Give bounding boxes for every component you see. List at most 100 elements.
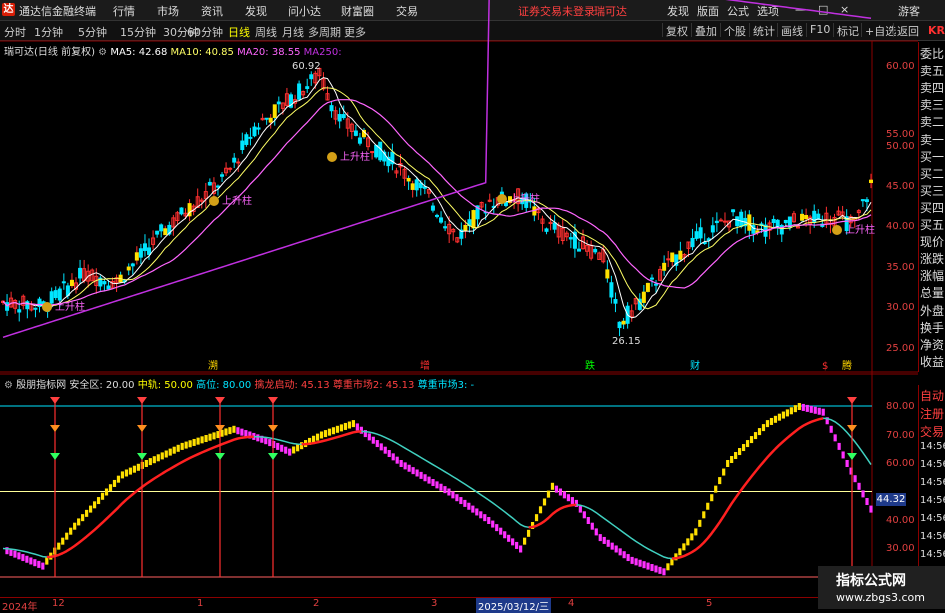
candle-body	[414, 179, 419, 191]
ma5-legend: MA5: 42.68	[110, 47, 168, 58]
candle-body	[678, 250, 683, 260]
oscillator-bar	[869, 505, 873, 513]
quote-panel-item: 卖五	[920, 64, 945, 79]
candle-body	[126, 266, 131, 271]
diamond-icon	[50, 397, 60, 404]
oscillator-bar	[367, 433, 371, 441]
oscillator-bar	[801, 403, 805, 411]
oscillator-bar	[351, 420, 355, 428]
oscillator-bar	[805, 404, 809, 412]
oscillator-bar	[491, 520, 495, 528]
signal-label: 上升柱	[55, 300, 85, 313]
oscillator-bar	[642, 561, 646, 569]
oscillator-bar	[319, 431, 324, 439]
oscillator-bar	[136, 463, 140, 471]
candle-body	[621, 320, 626, 325]
oscillator-bar	[753, 432, 758, 440]
oscillator-bar	[200, 436, 204, 444]
oscillator-bar	[829, 425, 833, 433]
candle-body	[804, 214, 809, 220]
candle-body	[341, 114, 346, 119]
candle-body	[645, 282, 650, 292]
oscillator-bar	[702, 511, 706, 519]
quote-panel-item: 买一	[920, 149, 945, 164]
oscillator-bar	[554, 485, 559, 493]
gear-icon[interactable]: ⚙	[98, 47, 107, 58]
oscillator-bar	[749, 436, 754, 444]
candle-body	[276, 101, 281, 105]
oscillator-bar	[765, 420, 770, 428]
indicator-panel-item[interactable]: 交易	[920, 423, 944, 440]
oscillator-bar	[738, 448, 742, 456]
oscillator-bar	[112, 479, 117, 487]
quote-panel-item: 卖一	[920, 132, 945, 147]
oscillator-bar	[61, 537, 65, 545]
oscillator-bar	[797, 403, 801, 410]
indicator-panel-item[interactable]: 自动	[920, 387, 944, 404]
oscillator-bar	[116, 475, 121, 483]
oscillator-bar	[407, 464, 411, 472]
oscillator-bar	[240, 428, 244, 436]
quote-panel-item: 卖四	[920, 81, 945, 96]
oscillator-bar	[327, 428, 332, 436]
event-marker: 财	[690, 359, 700, 372]
x-cursor-date: 2025/03/12/三	[476, 598, 552, 613]
oscillator-bar	[65, 532, 69, 540]
candle-body	[463, 224, 468, 232]
oscillator-bar	[618, 548, 622, 556]
oscillator-bar	[511, 538, 515, 546]
oscillator-bar	[128, 467, 133, 475]
oscillator-bar	[156, 454, 160, 462]
oscillator-bar	[562, 491, 567, 499]
candle-body	[722, 220, 727, 223]
indicator-right-panel: 自动注册交易14:5614:5614:5614:5614:5614:5614:5…	[918, 385, 945, 595]
indicator-panel-item[interactable]: 注册	[920, 405, 944, 422]
quote-side-panel: 委比 卖五 卖四 卖三 卖二 卖一 买一 买二 买三 买四 买五 现价 涨跌 涨幅 总量 外盘 换手 净资 收益	[918, 42, 945, 372]
x-label: 2024年	[2, 602, 38, 613]
ind-y-tick: 60.00	[886, 458, 915, 469]
oscillator-bar	[379, 443, 383, 451]
candle-body	[593, 248, 598, 253]
candle-body	[783, 219, 788, 224]
oscillator-bar	[678, 548, 682, 556]
oscillator-bar	[634, 558, 638, 566]
candle-body	[410, 183, 415, 190]
oscillator-bar	[519, 545, 523, 553]
oscillator-bar	[598, 534, 602, 542]
oscillator-bar	[33, 559, 37, 567]
oscillator-bar	[714, 485, 718, 493]
quote-panel-item: 涨幅	[920, 269, 945, 284]
candle-body	[714, 220, 719, 224]
oscillator-bar	[77, 518, 81, 526]
oscillator-bar	[833, 434, 837, 442]
oscillator-bar	[781, 411, 786, 419]
signal-line	[2, 417, 872, 560]
oscillator-bar	[196, 437, 200, 445]
candle-body	[179, 207, 184, 215]
diamond-icon	[215, 453, 225, 460]
oscillator-bar	[654, 565, 658, 573]
oscillator-bar	[594, 528, 598, 536]
oscillator-bar	[323, 430, 328, 438]
candle-body	[357, 137, 362, 144]
oscillator-bar	[435, 481, 439, 489]
candle-body	[53, 290, 58, 299]
x-label: 3	[431, 598, 438, 609]
oscillator-bar	[658, 566, 662, 574]
oscillator-bar	[232, 425, 236, 433]
candle-body	[731, 209, 736, 213]
gear-icon[interactable]: ⚙	[4, 380, 13, 391]
chart-canvas[interactable]: 60.9226.15上升柱上升柱上升柱上升柱上升柱溯增跌财 $ 腾	[0, 0, 945, 609]
candle-body	[272, 104, 277, 118]
quote-panel-item: 净资	[920, 337, 945, 352]
oscillator-bar	[471, 505, 475, 513]
oscillator-bar	[722, 468, 726, 476]
candle-body	[142, 243, 147, 251]
oscillator-bar	[288, 448, 292, 456]
candle-body	[710, 225, 715, 233]
x-label: 2	[313, 598, 320, 609]
oscillator-bar	[17, 552, 21, 560]
candle-body	[49, 291, 54, 304]
watermark-title: 指标公式网	[836, 573, 906, 589]
oscillator-bar	[459, 497, 463, 505]
